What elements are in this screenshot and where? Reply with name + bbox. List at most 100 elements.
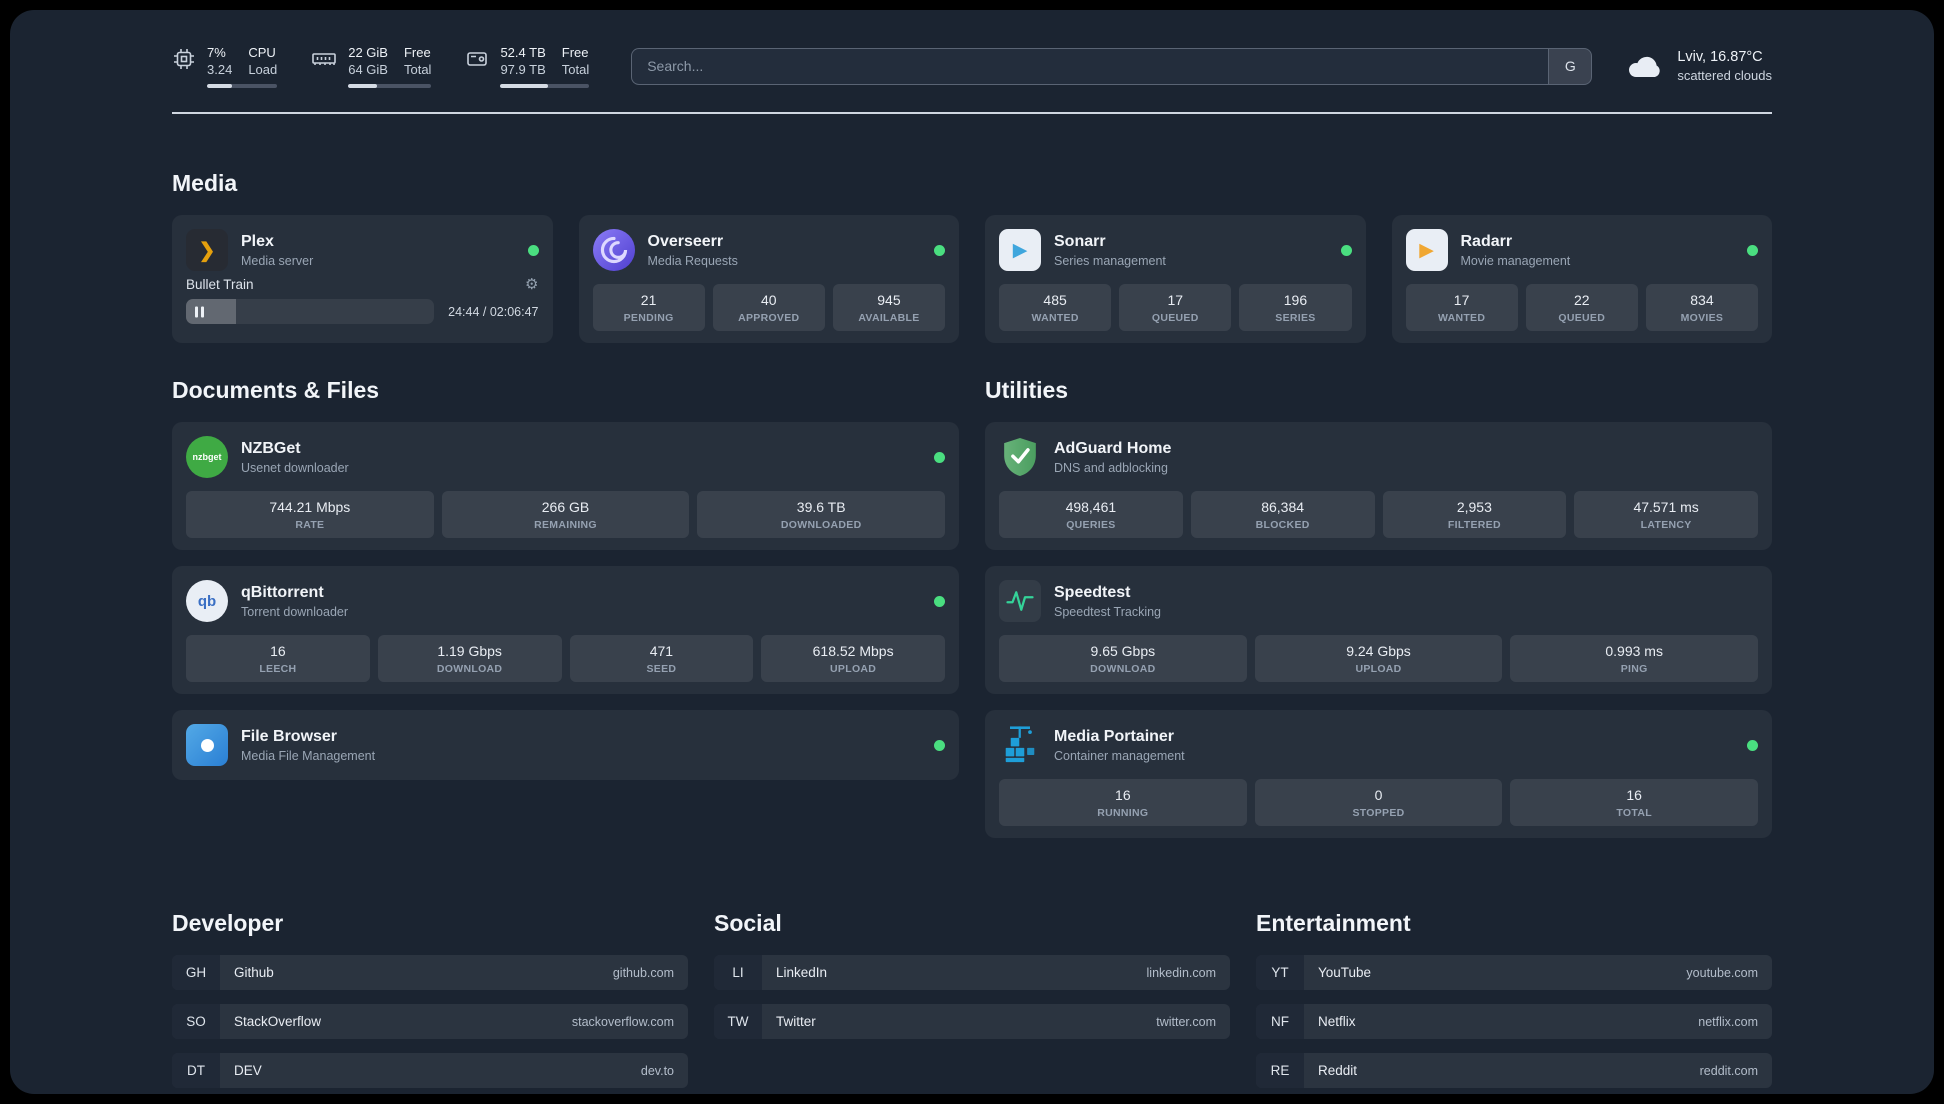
stat-remaining: 266 GB REMAINING (441, 491, 690, 538)
stat-pending: 21 PENDING (592, 284, 705, 331)
disk-free-label: Free (561, 45, 589, 60)
memory-total: 64 GiB (348, 62, 388, 77)
app-description: Torrent downloader (241, 604, 349, 619)
status-dot (1747, 739, 1758, 751)
bookmark-name: LinkedIn (776, 965, 828, 980)
weather-widget: Lviv, 16.87°C scattered clouds (1626, 48, 1772, 84)
status-dot (934, 451, 945, 463)
card-qbittorrent[interactable]: qb qBittorrent Torrent downloader 16 LEE… (172, 566, 959, 694)
gear-icon[interactable]: ⚙ (525, 277, 538, 292)
stat-download: 1.19 Gbps DOWNLOAD (377, 635, 562, 682)
playback-time: 24:44 / 02:06:47 (448, 304, 539, 319)
status-dot (1340, 244, 1352, 256)
bookmark-linkedin[interactable]: LI LinkedIn linkedin.com (714, 955, 1230, 990)
app-name: Media Portainer (1054, 727, 1175, 745)
bookmark-name: Netflix (1318, 1014, 1356, 1029)
stat-movies: 834 MOVIES (1645, 284, 1759, 331)
card-adguard[interactable]: AdGuard Home DNS and adblocking 498,461 … (985, 422, 1772, 550)
cpu-loadavg: 3.24 (207, 62, 233, 77)
radarr-icon: ▶ (1405, 229, 1448, 271)
playback-progress-track[interactable] (186, 299, 435, 324)
stat-queries: 498,461 QUERIES (999, 491, 1183, 538)
weather-condition: scattered clouds (1677, 68, 1772, 83)
card-radarr[interactable]: ▶ Radarr Movie management 17 WANTED 22 Q… (1391, 215, 1772, 343)
bookmark-name: StackOverflow (234, 1014, 322, 1029)
stat-seed: 471 SEED (569, 635, 754, 682)
card-plex[interactable]: ❯ Plex Media server Bullet Train ⚙ 24:44… (172, 215, 553, 343)
cpu-sublabel: Load (248, 62, 278, 77)
stat-stopped: 0 STOPPED (1254, 779, 1503, 826)
status-dot (527, 244, 539, 256)
memory-progress-fill (348, 84, 378, 88)
cpu-icon (174, 49, 194, 69)
bookmark-url: twitter.com (1156, 1014, 1216, 1029)
app-description: Movie management (1460, 253, 1571, 268)
card-nzbget[interactable]: nzbget NZBGet Usenet downloader 744.21 M… (172, 422, 959, 550)
status-dot (1747, 244, 1758, 256)
stat-rate: 744.21 Mbps RATE (186, 491, 434, 538)
card-filebrowser[interactable]: File Browser Media File Management (172, 710, 959, 780)
search-provider-button[interactable]: G (1548, 47, 1593, 85)
status-dot (934, 739, 945, 751)
bookmark-group-title: Developer (172, 910, 284, 936)
stat-downloaded: 39.6 TB DOWNLOADED (697, 491, 946, 538)
memory-total-label: Total (403, 62, 432, 77)
cpu-monitor: 7% 3.24 CPU Load (172, 44, 278, 88)
app-description: DNS and adblocking (1054, 460, 1168, 475)
card-portainer[interactable]: Media Portainer Container management 16 … (985, 710, 1772, 838)
app-name: Plex (241, 232, 274, 250)
pause-icon[interactable] (195, 306, 204, 317)
bookmark-name: Twitter (776, 1014, 816, 1029)
bookmark-abbr: DT (172, 1053, 220, 1088)
bookmark-abbr: YT (1256, 955, 1304, 990)
bookmark-name: DEV (234, 1063, 262, 1078)
app-name: File Browser (241, 727, 338, 745)
cpu-progress-track (207, 84, 278, 88)
card-speedtest[interactable]: Speedtest Speedtest Tracking 9.65 Gbps D… (985, 566, 1772, 694)
app-description: Usenet downloader (241, 460, 349, 475)
section-title-media: Media (172, 170, 238, 196)
stat-blocked: 86,384 BLOCKED (1190, 491, 1375, 538)
qbittorrent-icon: qb (186, 580, 228, 622)
bookmark-url: youtube.com (1686, 965, 1758, 980)
stat-wanted: 17 WANTED (1405, 284, 1518, 331)
card-overseerr[interactable]: Overseerr Media Requests 21 PENDING 40 A… (578, 215, 959, 343)
stat-filtered: 2,953 FILTERED (1382, 491, 1567, 538)
top-bar: 7% 3.24 CPU Load 22 GiB 64 GiB Free Tota… (172, 44, 1772, 88)
bookmark-netflix[interactable]: NF Netflix netflix.com (1256, 1004, 1772, 1039)
cloud-icon (1629, 56, 1661, 77)
filebrowser-icon (186, 724, 228, 766)
app-name: Overseerr (647, 232, 724, 250)
bookmark-abbr: SO (172, 1004, 220, 1039)
section-documents: Documents & Files nzbget NZBGet Usenet d… (172, 377, 959, 838)
search-bar: G (631, 47, 1593, 85)
bookmark-github[interactable]: GH Github github.com (172, 955, 688, 990)
bookmark-abbr: GH (172, 955, 220, 990)
app-description: Media File Management (241, 748, 376, 763)
search-input[interactable] (631, 47, 1549, 85)
adguard-icon (999, 436, 1041, 478)
stat-wanted: 485 WANTED (999, 284, 1112, 331)
bookmark-stackoverflow[interactable]: SO StackOverflow stackoverflow.com (172, 1004, 688, 1039)
bookmark-url: dev.to (640, 1063, 674, 1078)
card-sonarr[interactable]: ▶ Sonarr Series management 485 WANTED 17… (985, 215, 1366, 343)
bookmark-dev[interactable]: DT DEV dev.to (172, 1053, 688, 1088)
disk-icon (467, 52, 488, 66)
app-name: Radarr (1460, 232, 1513, 250)
app-name: NZBGet (241, 439, 301, 457)
bookmark-name: Reddit (1318, 1063, 1358, 1078)
bookmark-url: stackoverflow.com (571, 1014, 674, 1029)
app-description: Series management (1054, 253, 1166, 268)
cpu-usage: 7% (207, 45, 226, 60)
bookmark-group-developer: Developer GH Github github.com SO StackO… (172, 910, 688, 1088)
bookmark-name: Github (234, 965, 274, 980)
bookmark-youtube[interactable]: YT YouTube youtube.com (1256, 955, 1772, 990)
bookmark-twitter[interactable]: TW Twitter twitter.com (714, 1004, 1230, 1039)
stat-available: 945 AVAILABLE (832, 284, 946, 331)
stat-queued: 22 QUEUED (1525, 284, 1638, 331)
stat-upload: 9.24 Gbps UPLOAD (1254, 635, 1503, 682)
bookmark-reddit[interactable]: RE Reddit reddit.com (1256, 1053, 1772, 1088)
stat-total: 16 TOTAL (1510, 779, 1759, 826)
header-divider (172, 112, 1772, 114)
app-name: AdGuard Home (1054, 439, 1172, 457)
